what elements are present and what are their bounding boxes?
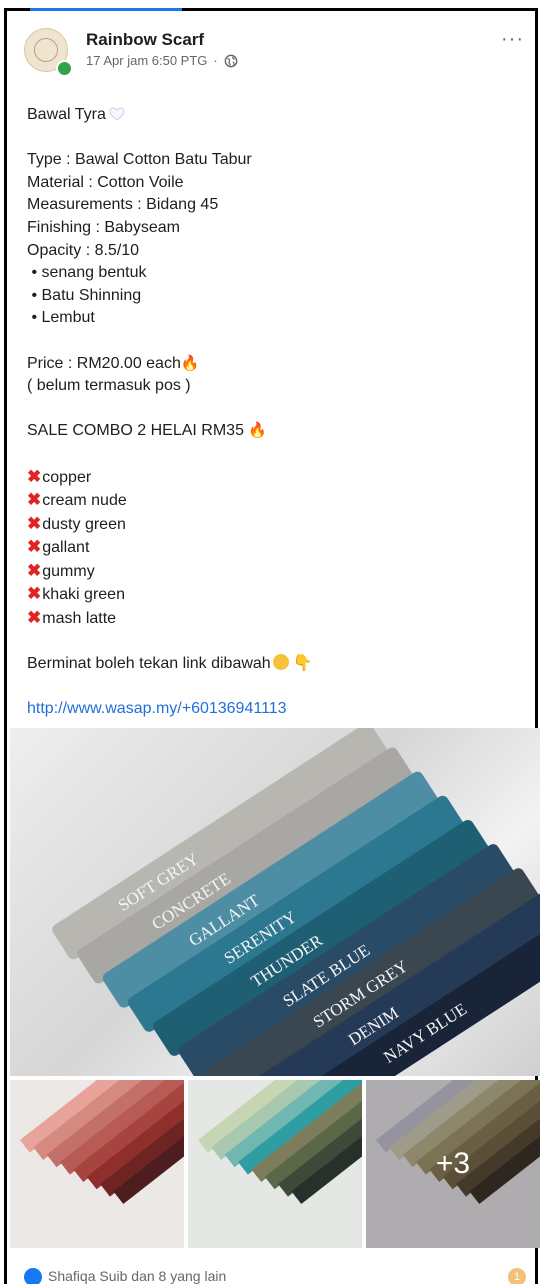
- post-header: Rainbow Scarf 17 Apr jam 6:50 PTG · ···: [24, 28, 524, 88]
- photo-thumbnails: +3: [10, 1080, 540, 1248]
- like-reaction-icon: [24, 1268, 42, 1284]
- cta-line: Berminat boleh tekan link dibawah 👇: [27, 654, 313, 673]
- price-note: ( belum termasuk pos ): [27, 377, 191, 395]
- cross-mark-icon: ✖: [27, 584, 42, 604]
- cross-mark-icon: ✖: [27, 466, 42, 486]
- white-heart-icon: [109, 107, 125, 121]
- post-text: Bawal Tyra Type : Bawal Cotton Batu Tabu…: [27, 104, 517, 721]
- sold-out-item: ✖cream nude: [27, 490, 127, 510]
- product-photo-main[interactable]: SOFT GREY CONCRETE GALLANT SERENITY THUN…: [10, 728, 540, 1076]
- whatsapp-link[interactable]: http://www.wasap.my/+60136941113: [27, 700, 287, 717]
- active-tab-indicator: [30, 8, 182, 11]
- warm-scarf-stack: [10, 1080, 184, 1248]
- product-photo-thumb[interactable]: [188, 1080, 362, 1248]
- avatar-logo: [34, 38, 58, 62]
- sold-out-item: ✖gummy: [27, 560, 95, 580]
- product-photo-thumb[interactable]: [10, 1080, 184, 1248]
- online-status-dot: [56, 60, 73, 77]
- pointing-down-icon: 👇: [292, 655, 313, 673]
- post-footer: Shafiqa Suib dan 8 yang lain 1: [24, 1264, 534, 1284]
- feature-bullet: • senang bentuk: [27, 264, 147, 282]
- sold-out-item: ✖khaki green: [27, 584, 125, 604]
- green-scarf-stack: [188, 1080, 362, 1248]
- product-photo-thumb-more[interactable]: +3: [366, 1080, 540, 1248]
- fire-icon: 🔥: [180, 354, 200, 372]
- globe-icon: [224, 54, 238, 67]
- spec-line: Finishing : Babyseam: [27, 218, 180, 236]
- meta-separator: ·: [213, 53, 218, 68]
- post-timestamp[interactable]: 17 Apr jam 6:50 PTG: [86, 53, 207, 68]
- cross-mark-icon: ✖: [27, 537, 42, 557]
- cross-mark-icon: ✖: [27, 608, 42, 628]
- smiling-face-icon: [272, 654, 289, 671]
- sold-out-item: ✖mash latte: [27, 608, 117, 628]
- spec-line: Material : Cotton Voile: [27, 173, 184, 191]
- sold-out-item: ✖copper: [27, 466, 92, 486]
- cross-mark-icon: ✖: [27, 490, 42, 510]
- sold-out-item: ✖dusty green: [27, 513, 126, 533]
- scarf-stack-illustration: SOFT GREY CONCRETE GALLANT SERENITY THUN…: [52, 728, 540, 1076]
- spec-line: Opacity : 8.5/10: [27, 241, 140, 259]
- spec-line: Type : Bawal Cotton Batu Tabur: [27, 151, 252, 169]
- sold-out-item: ✖gallant: [27, 537, 90, 557]
- more-photos-count[interactable]: +3: [366, 1080, 540, 1248]
- post-title: Bawal Tyra: [27, 104, 517, 127]
- page-name[interactable]: Rainbow Scarf: [86, 30, 204, 50]
- comment-count-badge[interactable]: 1: [508, 1268, 526, 1284]
- cross-mark-icon: ✖: [27, 513, 42, 533]
- feature-bullet: • Batu Shinning: [27, 286, 142, 304]
- post-meta: 17 Apr jam 6:50 PTG ·: [86, 53, 238, 68]
- price-line: Price : RM20.00 each🔥: [27, 354, 200, 372]
- link-line: http://www.wasap.my/+60136941113: [27, 698, 517, 721]
- feature-bullet: • Lembut: [27, 309, 95, 327]
- cross-mark-icon: ✖: [27, 560, 42, 580]
- spec-line: Measurements : Bidang 45: [27, 196, 219, 214]
- sale-line: SALE COMBO 2 HELAI RM35 🔥: [27, 422, 268, 440]
- reaction-summary[interactable]: Shafiqa Suib dan 8 yang lain: [48, 1268, 226, 1284]
- more-options-icon[interactable]: ···: [501, 28, 524, 51]
- fire-icon: 🔥: [248, 422, 268, 440]
